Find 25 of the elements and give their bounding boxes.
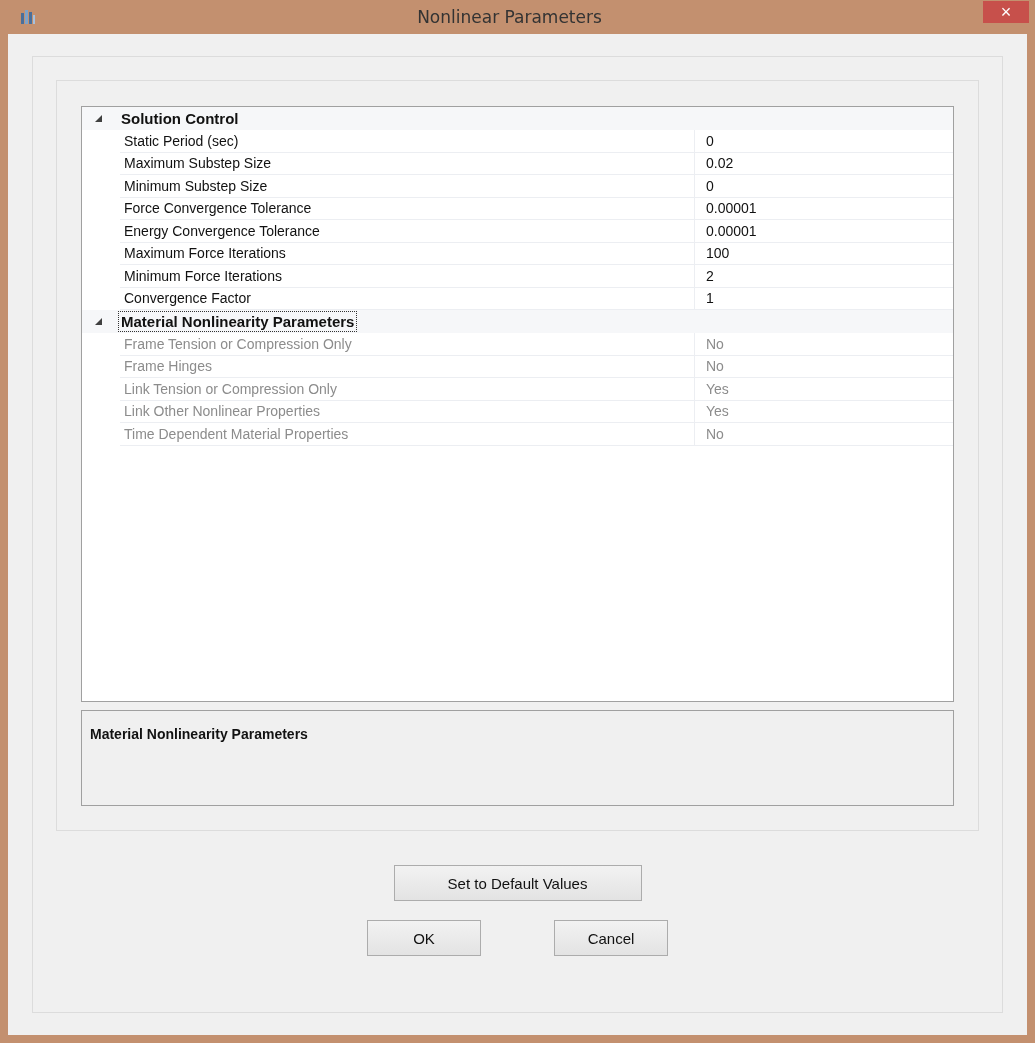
property-value[interactable]: 100 [695,242,953,265]
window-title: Nonlinear Parameters [416,7,603,27]
property-value[interactable]: 0.00001 [695,197,953,220]
property-value[interactable]: 2 [695,265,953,288]
dialog-button[interactable]: Set to Default Values [393,865,642,901]
property-name[interactable]: Minimum Force Iterations [120,265,695,288]
property-name[interactable]: Energy Convergence Tolerance [120,220,695,243]
property-name[interactable]: Minimum Substep Size [120,175,695,198]
expanded-icon[interactable] [95,317,103,326]
property-value[interactable]: 0.02 [695,152,953,175]
property-value[interactable]: 0.00001 [695,220,953,243]
expanded-icon[interactable] [95,114,103,123]
app-icon [20,9,36,25]
property-value[interactable]: 0 [695,130,953,153]
description-title: Material Nonlinearity Parameters [90,726,308,742]
dialog-button[interactable]: Cancel [554,920,668,956]
property-name[interactable]: Maximum Force Iterations [120,242,695,265]
category-row[interactable]: Solution Control [118,108,242,129]
category-row[interactable]: Material Nonlinearity Parameters [118,311,358,332]
property-name[interactable]: Maximum Substep Size [120,152,695,175]
dialog-button[interactable]: OK [367,920,481,956]
close-button[interactable]: × [983,1,1029,23]
property-name[interactable]: Force Convergence Tolerance [120,197,695,220]
property-name[interactable]: Static Period (sec) [120,130,695,153]
property-value[interactable]: 0 [695,175,953,198]
